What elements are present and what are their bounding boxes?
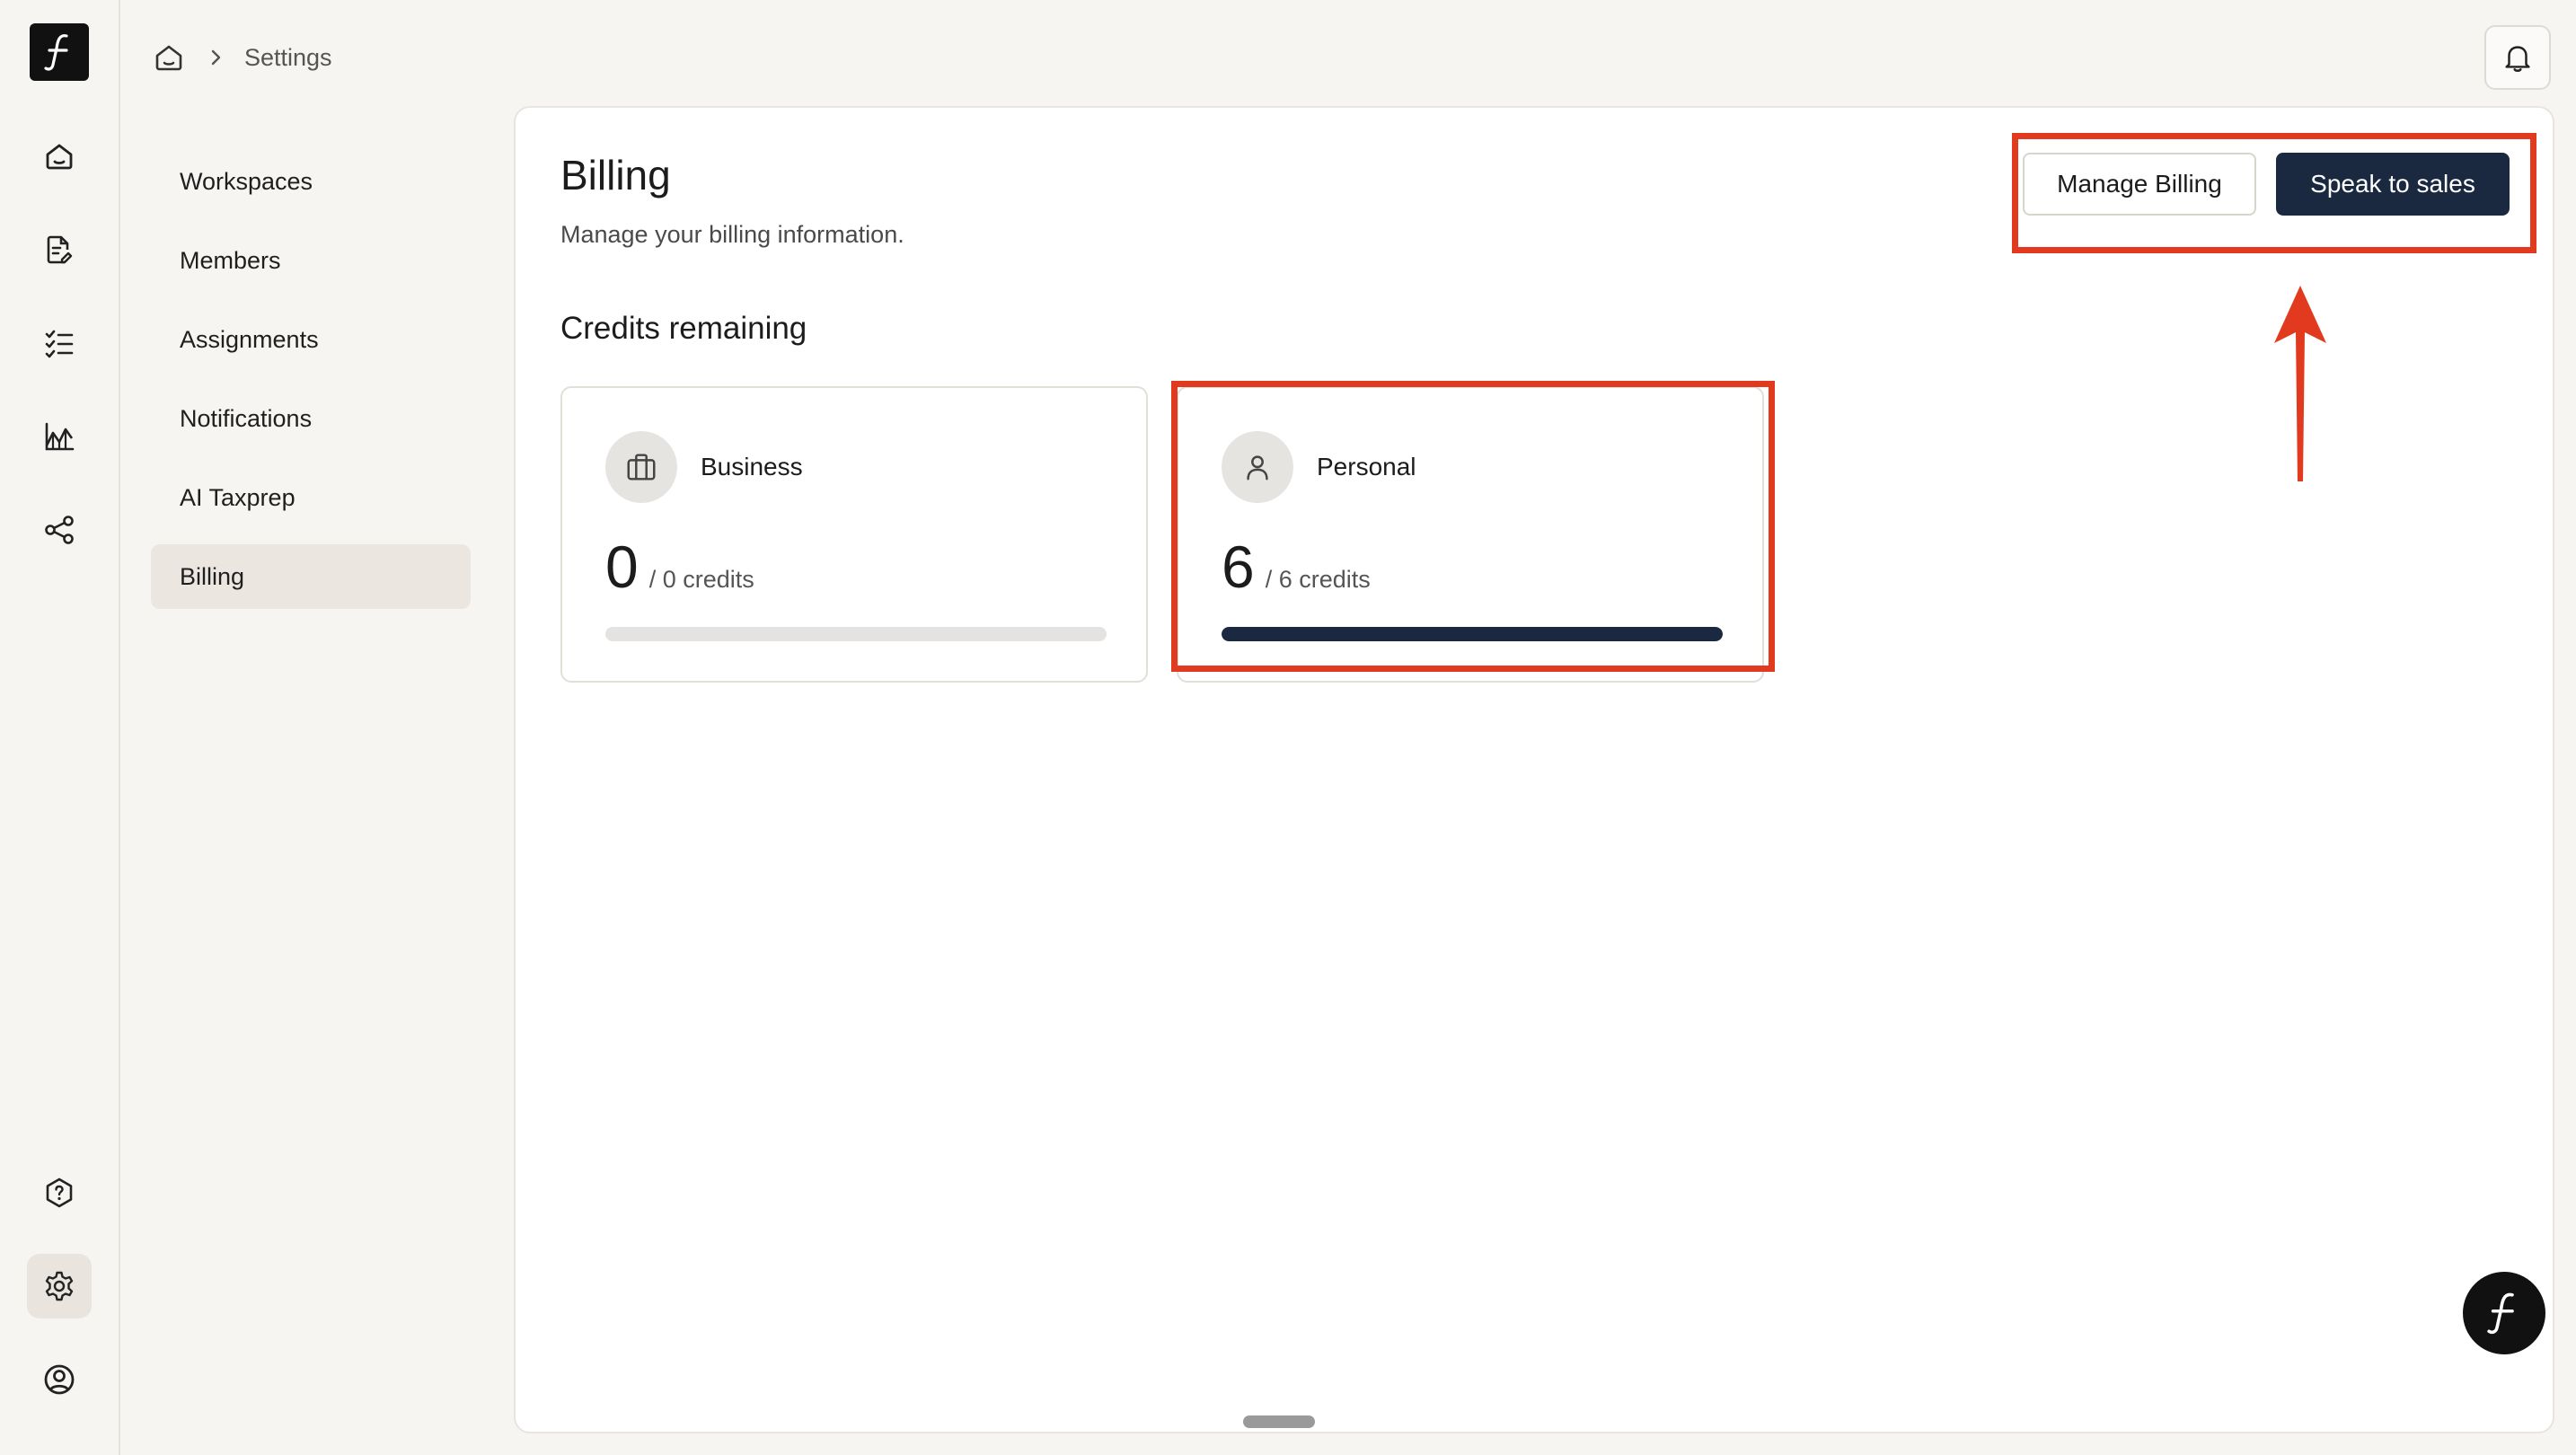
assistant-logo-icon xyxy=(2487,1292,2514,1335)
rail-settings-button[interactable] xyxy=(27,1254,92,1318)
checklist-icon xyxy=(45,330,74,358)
app-root: Settings Workspaces Members Assignments … xyxy=(0,0,2576,1455)
credits-count-row: 6 / 6 credits xyxy=(1222,537,1371,596)
arrow-up-icon xyxy=(2274,286,2326,481)
app-logo[interactable] xyxy=(30,23,89,81)
speak-to-sales-button[interactable]: Speak to sales xyxy=(2276,153,2510,216)
card-title: Business xyxy=(701,453,803,481)
nav-item-workspaces[interactable]: Workspaces xyxy=(151,149,471,214)
credits-section-title: Credits remaining xyxy=(560,311,807,346)
share-icon xyxy=(45,516,74,544)
rail-analytics-button[interactable] xyxy=(27,404,92,469)
credits-remaining: 0 xyxy=(605,534,639,600)
billing-panel: Billing Manage your billing information.… xyxy=(514,106,2554,1433)
rail-home-button[interactable] xyxy=(27,124,92,189)
breadcrumb: Settings xyxy=(151,36,332,79)
business-avatar xyxy=(605,431,677,503)
rail-documents-button[interactable] xyxy=(27,217,92,282)
logo-glyph-icon xyxy=(44,34,68,71)
settings-nav: Workspaces Members Assignments Notificat… xyxy=(151,149,471,623)
credits-count-row: 0 / 0 credits xyxy=(605,537,754,596)
breadcrumb-home-icon[interactable] xyxy=(151,40,187,75)
nav-item-ai-taxprep[interactable]: AI Taxprep xyxy=(151,465,471,530)
user-icon xyxy=(1247,455,1268,481)
personal-avatar xyxy=(1222,431,1293,503)
page-subtitle: Manage your billing information. xyxy=(560,221,904,248)
manage-billing-button[interactable]: Manage Billing xyxy=(2023,153,2256,216)
breadcrumb-current: Settings xyxy=(244,43,332,71)
bell-icon xyxy=(2505,46,2530,72)
page-title: Billing xyxy=(560,152,671,198)
credits-progress-bar xyxy=(1222,627,1723,641)
icon-rail xyxy=(0,0,120,1455)
personal-credits-card: Personal 6 / 6 credits xyxy=(1177,386,1764,683)
help-icon xyxy=(46,1177,73,1208)
rail-account-button[interactable] xyxy=(27,1347,92,1412)
notifications-button[interactable] xyxy=(2484,25,2551,90)
settings-icon xyxy=(45,1271,74,1301)
rail-help-button[interactable] xyxy=(27,1160,92,1225)
credits-remaining: 6 xyxy=(1222,534,1255,600)
nav-item-billing[interactable]: Billing xyxy=(151,544,471,609)
briefcase-icon xyxy=(627,454,656,481)
resize-handle[interactable] xyxy=(1243,1415,1315,1428)
assistant-fab-button[interactable] xyxy=(2463,1272,2545,1354)
rail-tasks-button[interactable] xyxy=(27,311,92,375)
business-credits-card: Business 0 / 0 credits xyxy=(560,386,1148,683)
chevron-right-icon xyxy=(211,49,221,66)
document-edit-icon xyxy=(47,235,73,264)
card-title: Personal xyxy=(1317,453,1416,481)
credits-progress-fill xyxy=(1222,627,1723,641)
credits-total: / 6 credits xyxy=(1265,566,1371,593)
account-icon xyxy=(44,1364,75,1395)
home-icon xyxy=(46,144,73,170)
rail-share-button[interactable] xyxy=(27,498,92,562)
nav-item-members[interactable]: Members xyxy=(151,228,471,293)
credits-progress-bar xyxy=(605,627,1107,641)
nav-item-notifications[interactable]: Notifications xyxy=(151,386,471,451)
analytics-icon xyxy=(45,422,75,451)
credits-total: / 0 credits xyxy=(648,566,754,593)
nav-item-assignments[interactable]: Assignments xyxy=(151,307,471,372)
